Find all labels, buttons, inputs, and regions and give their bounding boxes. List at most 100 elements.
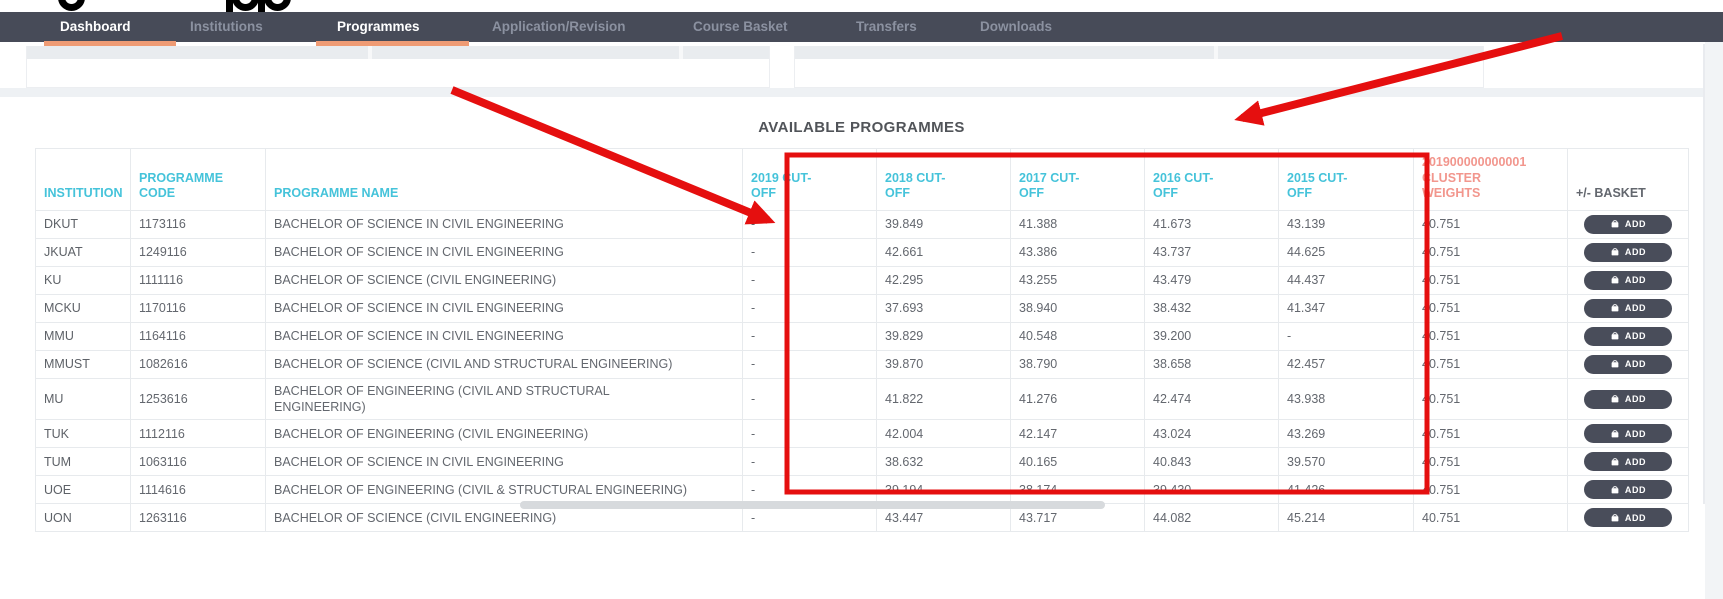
column-header: PROGRAMME NAME <box>266 149 743 211</box>
add-to-basket-button[interactable]: ADD <box>1584 271 1672 290</box>
partial-panel-header <box>795 46 1483 59</box>
cell-cutoff-2017: 43.255 <box>1011 266 1145 294</box>
cell-institution: MMUST <box>36 350 131 378</box>
add-to-basket-button[interactable]: ADD <box>1584 299 1672 318</box>
table-row: MU1253616BACHELOR OF ENGINEERING (CIVIL … <box>36 378 1689 420</box>
nav-item-programmes[interactable]: Programmes <box>337 19 420 34</box>
cell-institution: TUK <box>36 420 131 448</box>
cell-cutoff-2018: 42.004 <box>877 420 1011 448</box>
add-button-label: ADD <box>1625 303 1646 313</box>
table-row: UOE1114616BACHELOR OF ENGINEERING (CIVIL… <box>36 476 1689 504</box>
add-to-basket-button[interactable]: ADD <box>1584 424 1672 443</box>
basket-icon <box>1610 303 1620 313</box>
horizontal-scrollbar[interactable] <box>520 501 1105 509</box>
add-to-basket-button[interactable]: ADD <box>1584 452 1672 471</box>
cell-programme-code: 1164116 <box>131 322 266 350</box>
partial-panel-header <box>27 46 769 59</box>
cell-cutoff-2017: 41.276 <box>1011 378 1145 420</box>
cell-cluster-weight: 40.751 <box>1414 210 1568 238</box>
cell-basket-action: ADD <box>1568 448 1689 476</box>
cell-cutoff-2015: 43.269 <box>1279 420 1414 448</box>
cell-cutoff-2016: 43.479 <box>1145 266 1279 294</box>
add-to-basket-button[interactable]: ADD <box>1584 390 1672 409</box>
cell-cutoff-2015: 42.457 <box>1279 350 1414 378</box>
add-to-basket-button[interactable]: ADD <box>1584 508 1672 527</box>
add-to-basket-button[interactable]: ADD <box>1584 480 1672 499</box>
cell-cutoff-2018: 37.693 <box>877 294 1011 322</box>
basket-icon <box>1610 219 1620 229</box>
cell-cutoff-2017: 40.165 <box>1011 448 1145 476</box>
cell-cluster-weight: 40.751 <box>1414 448 1568 476</box>
cell-cutoff-2019: - <box>743 448 877 476</box>
column-header: 2019 CUT- OFF <box>743 149 877 211</box>
cell-institution: TUM <box>36 448 131 476</box>
add-to-basket-button[interactable]: ADD <box>1584 355 1672 374</box>
column-header: 2017 CUT- OFF <box>1011 149 1145 211</box>
cell-cutoff-2019: - <box>743 420 877 448</box>
table-row: TUM1063116BACHELOR OF SCIENCE IN CIVIL E… <box>36 448 1689 476</box>
cell-programme-code: 1082616 <box>131 350 266 378</box>
cell-cluster-weight: 40.751 <box>1414 420 1568 448</box>
cell-basket-action: ADD <box>1568 210 1689 238</box>
column-header: 201900000000001 CLUSTER WEIGHTS <box>1414 149 1568 211</box>
add-to-basket-button[interactable]: ADD <box>1584 215 1672 234</box>
glyph-fragment <box>264 0 291 11</box>
panel-edge-line <box>1703 44 1705 504</box>
add-button-label: ADD <box>1625 275 1646 285</box>
column-header: +/- BASKET <box>1568 149 1689 211</box>
column-header: INSTITUTION <box>36 149 131 211</box>
nav-item-institutions[interactable]: Institutions <box>190 19 263 34</box>
cell-programme-name: BACHELOR OF SCIENCE (CIVIL ENGINEERING) <box>266 266 743 294</box>
cell-cutoff-2018: 39.870 <box>877 350 1011 378</box>
cell-cutoff-2015: 41.426 <box>1279 476 1414 504</box>
add-to-basket-button[interactable]: ADD <box>1584 327 1672 346</box>
nav-item-application-revision[interactable]: Application/Revision <box>492 19 626 34</box>
cell-institution: UON <box>36 504 131 532</box>
cell-institution: DKUT <box>36 210 131 238</box>
cell-cutoff-2018: 42.661 <box>877 238 1011 266</box>
cell-cutoff-2016: 39.200 <box>1145 322 1279 350</box>
basket-icon <box>1610 457 1620 467</box>
partial-panel-right <box>794 46 1484 88</box>
cell-cutoff-2016: 40.843 <box>1145 448 1279 476</box>
cell-institution: MMU <box>36 322 131 350</box>
cell-programme-name: BACHELOR OF SCIENCE IN CIVIL ENGINEERING <box>266 294 743 322</box>
cell-programme-code: 1263116 <box>131 504 266 532</box>
cell-cluster-weight: 40.751 <box>1414 504 1568 532</box>
table-row: TUK1112116BACHELOR OF ENGINEERING (CIVIL… <box>36 420 1689 448</box>
cell-basket-action: ADD <box>1568 476 1689 504</box>
nav-item-downloads[interactable]: Downloads <box>980 19 1052 34</box>
cell-cutoff-2017: 40.548 <box>1011 322 1145 350</box>
cell-cutoff-2016: 38.432 <box>1145 294 1279 322</box>
cell-cutoff-2019: - <box>743 322 877 350</box>
cell-programme-name: BACHELOR OF SCIENCE IN CIVIL ENGINEERING <box>266 448 743 476</box>
nav-item-dashboard[interactable]: Dashboard <box>60 19 131 34</box>
basket-icon <box>1610 359 1620 369</box>
cell-programme-code: 1063116 <box>131 448 266 476</box>
vertical-scrollbar-track[interactable] <box>1705 42 1723 599</box>
add-button-label: ADD <box>1625 331 1646 341</box>
nav-item-transfers[interactable]: Transfers <box>856 19 917 34</box>
cell-programme-code: 1173116 <box>131 210 266 238</box>
cell-programme-code: 1249116 <box>131 238 266 266</box>
cell-cutoff-2015: 41.347 <box>1279 294 1414 322</box>
cell-basket-action: ADD <box>1568 420 1689 448</box>
cell-cutoff-2019: - <box>743 294 877 322</box>
cell-programme-name: BACHELOR OF SCIENCE IN CIVIL ENGINEERING <box>266 238 743 266</box>
nav-item-course-basket[interactable]: Course Basket <box>693 19 788 34</box>
table-row: MMU1164116BACHELOR OF SCIENCE IN CIVIL E… <box>36 322 1689 350</box>
cell-basket-action: ADD <box>1568 350 1689 378</box>
cell-cutoff-2015: 43.139 <box>1279 210 1414 238</box>
basket-icon <box>1610 247 1620 257</box>
cell-institution: MCKU <box>36 294 131 322</box>
cell-cutoff-2017: 38.174 <box>1011 476 1145 504</box>
cell-programme-code: 1253616 <box>131 378 266 420</box>
cell-basket-action: ADD <box>1568 294 1689 322</box>
add-button-label: ADD <box>1625 485 1646 495</box>
table-row: KU1111116BACHELOR OF SCIENCE (CIVIL ENGI… <box>36 266 1689 294</box>
cell-cluster-weight: 40.751 <box>1414 378 1568 420</box>
add-to-basket-button[interactable]: ADD <box>1584 243 1672 262</box>
cell-cutoff-2018: 41.822 <box>877 378 1011 420</box>
table-row: DKUT1173116BACHELOR OF SCIENCE IN CIVIL … <box>36 210 1689 238</box>
cell-cutoff-2018: 42.295 <box>877 266 1011 294</box>
